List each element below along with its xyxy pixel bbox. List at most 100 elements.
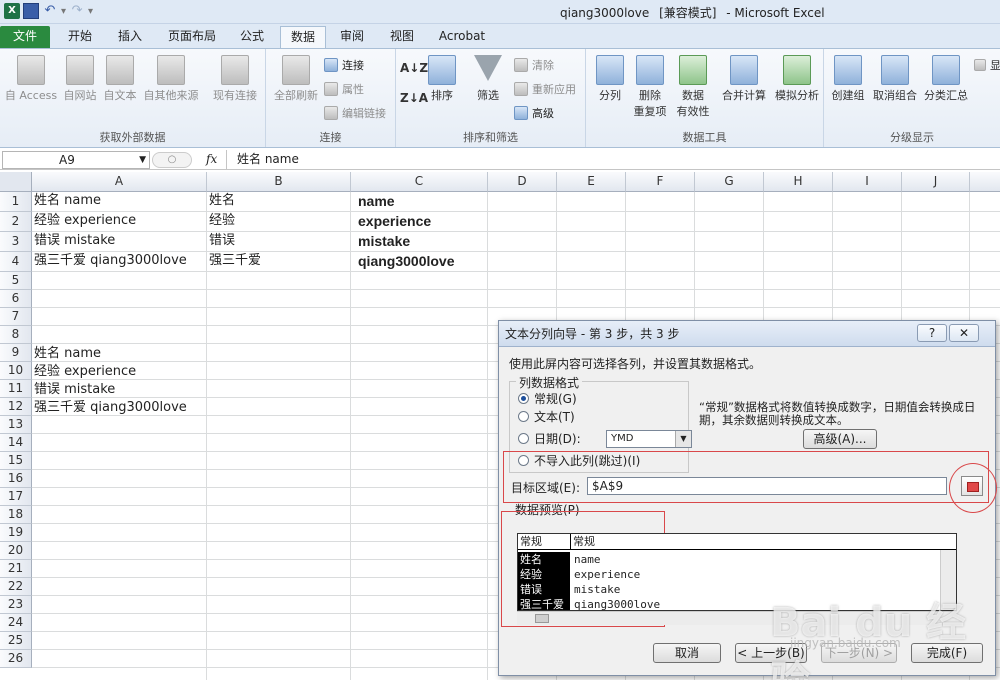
radio-text[interactable]: 文本(T) bbox=[518, 408, 575, 425]
date-format-select[interactable]: YMD ▼ bbox=[606, 430, 692, 448]
customize-qat-icon[interactable]: ▾ bbox=[88, 6, 93, 17]
from-text-button[interactable]: 自文本 bbox=[100, 55, 140, 103]
destination-input[interactable]: $A$9 bbox=[587, 477, 947, 495]
radio-date[interactable]: 日期(D): bbox=[518, 430, 581, 447]
consolidate-button[interactable]: 合并计算 bbox=[718, 55, 770, 103]
row-header-11[interactable]: 11 bbox=[0, 380, 32, 398]
sort-ascending-icon[interactable]: A↓Z bbox=[400, 61, 428, 75]
cell-b4[interactable]: 强三千爱 bbox=[207, 252, 261, 270]
from-access-button[interactable]: 自 Access bbox=[4, 55, 58, 103]
row-header-9[interactable]: 9 bbox=[0, 344, 32, 362]
sort-descending-icon[interactable]: Z↓A bbox=[400, 91, 428, 105]
close-icon[interactable]: ✕ bbox=[949, 324, 979, 342]
text-to-columns-button[interactable]: 分列 bbox=[592, 55, 628, 103]
row-header-10[interactable]: 10 bbox=[0, 362, 32, 380]
tab-home[interactable]: 开始 bbox=[58, 26, 102, 48]
row-header-25[interactable]: 25 bbox=[0, 632, 32, 650]
chevron-down-icon[interactable]: ▼ bbox=[675, 431, 691, 447]
tab-view[interactable]: 视图 bbox=[382, 26, 422, 48]
column-header-a[interactable]: A bbox=[32, 172, 207, 192]
row-header-15[interactable]: 15 bbox=[0, 452, 32, 470]
data-validation-button[interactable]: 数据 有效性 bbox=[672, 55, 714, 119]
from-other-sources-button[interactable]: 自其他来源 bbox=[140, 55, 202, 103]
row-header-8[interactable]: 8 bbox=[0, 326, 32, 344]
name-box-dropdown-icon[interactable]: ▼ bbox=[139, 152, 146, 168]
column-header-b[interactable]: B bbox=[207, 172, 351, 192]
formula-bar-expand-icon[interactable]: ○ bbox=[152, 152, 192, 168]
row-header-3[interactable]: 3 bbox=[0, 232, 32, 252]
formula-input[interactable]: 姓名 name bbox=[226, 150, 1000, 170]
save-icon[interactable] bbox=[23, 3, 39, 19]
group-button[interactable]: 创建组 bbox=[828, 55, 868, 103]
row-header-2[interactable]: 2 bbox=[0, 212, 32, 232]
row-header-5[interactable]: 5 bbox=[0, 272, 32, 290]
tab-insert[interactable]: 插入 bbox=[108, 26, 152, 48]
row-header-17[interactable]: 17 bbox=[0, 488, 32, 506]
cell-a1[interactable]: 姓名 name bbox=[32, 192, 101, 210]
clear-button[interactable]: 清除 bbox=[514, 57, 554, 73]
cell-b2[interactable]: 经验 bbox=[207, 212, 235, 230]
insert-function-icon[interactable]: fx bbox=[206, 152, 217, 166]
refresh-all-button[interactable]: 全部刷新 bbox=[270, 55, 322, 103]
cell-a2[interactable]: 经验 experience bbox=[32, 212, 136, 230]
properties-button[interactable]: 属性 bbox=[324, 81, 364, 97]
column-header-j[interactable]: J bbox=[902, 172, 970, 192]
row-header-19[interactable]: 19 bbox=[0, 524, 32, 542]
column-header-d[interactable]: D bbox=[488, 172, 557, 192]
existing-connections-button[interactable]: 现有连接 bbox=[208, 55, 262, 103]
from-web-button[interactable]: 自网站 bbox=[60, 55, 100, 103]
row-header-14[interactable]: 14 bbox=[0, 434, 32, 452]
select-all-corner[interactable] bbox=[0, 172, 32, 192]
row-header-22[interactable]: 22 bbox=[0, 578, 32, 596]
preview-column-2-header[interactable]: 常规 bbox=[570, 534, 956, 550]
redo-icon[interactable]: ↷ bbox=[69, 3, 85, 19]
cell-a4[interactable]: 强三千爱 qiang3000love bbox=[32, 252, 187, 270]
column-header-c[interactable]: C bbox=[351, 172, 488, 192]
tab-file[interactable]: 文件 bbox=[0, 26, 50, 48]
cell-a11[interactable]: 错误 mistake bbox=[32, 381, 115, 399]
cell-c4[interactable]: qiang3000love bbox=[356, 252, 455, 270]
column-header-h[interactable]: H bbox=[764, 172, 833, 192]
row-header-12[interactable]: 12 bbox=[0, 398, 32, 416]
name-box[interactable]: A9 ▼ bbox=[2, 151, 150, 169]
row-header-20[interactable]: 20 bbox=[0, 542, 32, 560]
cell-b1[interactable]: 姓名 bbox=[207, 192, 235, 210]
radio-general[interactable]: 常规(G) bbox=[518, 390, 577, 407]
row-header-18[interactable]: 18 bbox=[0, 506, 32, 524]
sort-button[interactable]: 排序 bbox=[426, 55, 458, 103]
what-if-analysis-button[interactable]: 模拟分析 bbox=[772, 55, 822, 103]
connections-button[interactable]: 连接 bbox=[324, 57, 364, 73]
tab-data[interactable]: 数据 bbox=[280, 26, 326, 48]
cell-c2[interactable]: experience bbox=[356, 212, 431, 230]
cell-a3[interactable]: 错误 mistake bbox=[32, 232, 115, 250]
row-header-21[interactable]: 21 bbox=[0, 560, 32, 578]
show-detail-button[interactable]: 显 bbox=[974, 57, 1000, 73]
cell-a12[interactable]: 强三千爱 qiang3000love bbox=[32, 399, 187, 417]
cancel-button[interactable]: 取消 bbox=[653, 643, 721, 663]
row-header-26[interactable]: 26 bbox=[0, 650, 32, 668]
remove-duplicates-button[interactable]: 删除 重复项 bbox=[630, 55, 670, 119]
undo-icon[interactable]: ↶ bbox=[42, 3, 58, 19]
cell-c3[interactable]: mistake bbox=[356, 232, 410, 250]
column-header-i[interactable]: I bbox=[833, 172, 902, 192]
reapply-button[interactable]: 重新应用 bbox=[514, 81, 576, 97]
tab-acrobat[interactable]: Acrobat bbox=[432, 26, 492, 48]
cell-c1[interactable]: name bbox=[356, 192, 395, 210]
cell-b3[interactable]: 错误 bbox=[207, 232, 235, 250]
cell-a9[interactable]: 姓名 name bbox=[32, 345, 101, 363]
row-header-1[interactable]: 1 bbox=[0, 192, 32, 212]
preview-column-1-header[interactable]: 常规 bbox=[518, 534, 570, 550]
undo-dropdown-icon[interactable]: ▾ bbox=[61, 6, 66, 17]
column-header-e[interactable]: E bbox=[557, 172, 626, 192]
column-header-f[interactable]: F bbox=[626, 172, 695, 192]
edit-links-button[interactable]: 编辑链接 bbox=[324, 105, 386, 121]
row-header-7[interactable]: 7 bbox=[0, 308, 32, 326]
tab-review[interactable]: 审阅 bbox=[332, 26, 372, 48]
tab-page-layout[interactable]: 页面布局 bbox=[160, 26, 224, 48]
cell-a10[interactable]: 经验 experience bbox=[32, 363, 136, 381]
advanced-button[interactable]: 高级(A)... bbox=[803, 429, 877, 449]
ungroup-button[interactable]: 取消组合 bbox=[870, 55, 920, 103]
column-header-g[interactable]: G bbox=[695, 172, 764, 192]
column-header-k[interactable] bbox=[970, 172, 1000, 192]
tab-formulas[interactable]: 公式 bbox=[230, 26, 274, 48]
